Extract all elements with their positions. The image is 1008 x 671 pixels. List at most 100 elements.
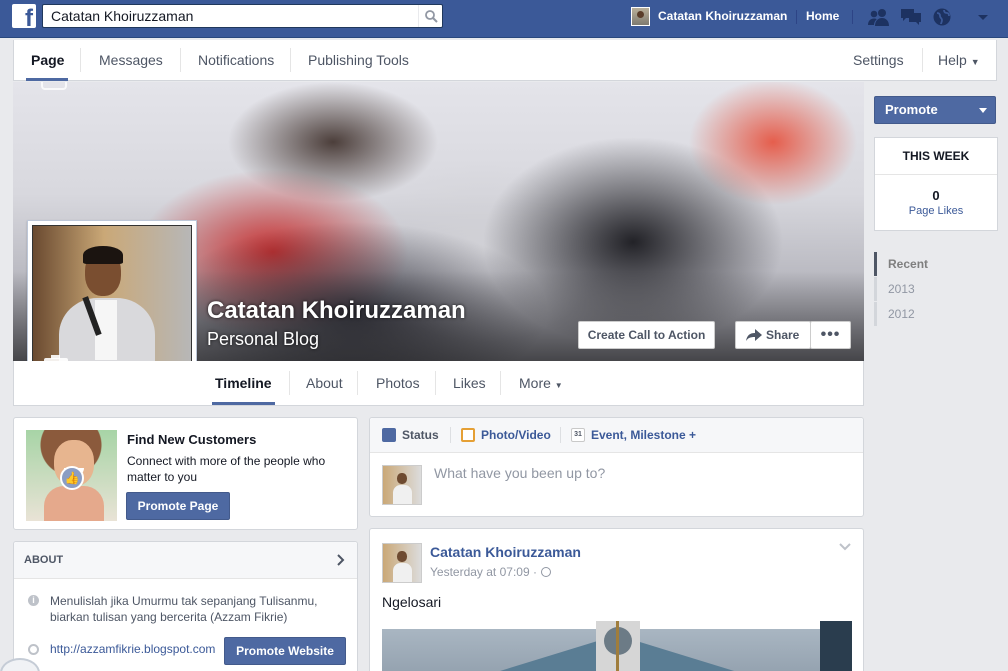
post-composer: Status Photo/Video 31 Event, Milestone +…	[369, 417, 864, 517]
share-arrow-icon	[746, 329, 762, 341]
timeline-post: Catatan Khoiruzzaman Yesterday at 07:09 …	[369, 528, 864, 671]
tab-photos[interactable]: Photos	[376, 361, 420, 405]
globe-icon	[28, 644, 39, 655]
tab-timeline[interactable]: Timeline	[215, 361, 272, 405]
divider	[357, 371, 358, 395]
user-avatar	[631, 6, 650, 26]
nav-notifications[interactable]: Notifications	[198, 40, 274, 80]
pencil-icon	[382, 428, 396, 442]
composer-tabs: Status Photo/Video 31 Event, Milestone +	[370, 418, 863, 453]
about-title: ABOUT	[24, 554, 64, 566]
divider	[180, 48, 181, 72]
nav-active-indicator	[26, 78, 68, 81]
composer-tab-photo-video[interactable]: Photo/Video	[461, 418, 551, 452]
tab-active-indicator	[212, 402, 275, 405]
globe-icon	[540, 567, 551, 577]
chevron-down-icon[interactable]	[839, 543, 851, 551]
nav-page[interactable]: Page	[31, 40, 64, 80]
calendar-icon: 31	[571, 428, 585, 442]
promote-page-button[interactable]: Promote Page	[126, 492, 230, 520]
chevron-down-icon: ▼	[554, 381, 563, 390]
friend-requests-icon[interactable]	[868, 7, 890, 27]
composer-avatar	[382, 465, 422, 505]
facebook-logo-icon[interactable]: f	[12, 4, 36, 31]
more-options-button[interactable]: •••	[810, 321, 851, 349]
page-category: Personal Blog	[207, 329, 320, 349]
divider	[435, 371, 436, 395]
info-icon: i	[28, 595, 39, 606]
divider	[852, 10, 853, 24]
timeline-tabs: Timeline About Photos Likes More ▼	[13, 361, 864, 406]
nav-help[interactable]: Help ▼	[938, 40, 980, 80]
composer-tab-event-label: Event, Milestone +	[591, 428, 697, 442]
divider	[289, 371, 290, 395]
find-customers-image: 👍	[26, 430, 117, 521]
composer-tab-event-milestone[interactable]: 31 Event, Milestone +	[571, 418, 696, 452]
thumbs-up-icon: 👍	[60, 466, 84, 490]
year-item-2012[interactable]: 2012	[874, 302, 998, 326]
tab-more-label: More	[519, 375, 551, 391]
page-title[interactable]: Catatan Khoiruzzaman	[207, 297, 466, 325]
home-link[interactable]: Home	[806, 9, 839, 23]
top-user-name: Catatan Khoiruzzaman	[658, 9, 788, 23]
post-text: Ngelosari	[382, 594, 442, 610]
page-nav-bar: Page Messages Notifications Publishing T…	[13, 40, 997, 81]
account-menu-icon[interactable]	[972, 7, 994, 27]
search-input[interactable]	[43, 5, 418, 27]
composer-tab-status[interactable]: Status	[382, 418, 439, 452]
find-customers-title: Find New Customers	[127, 432, 257, 447]
post-timestamp[interactable]: Yesterday at 07:09 ·	[430, 565, 551, 579]
post-author-avatar[interactable]	[382, 543, 422, 583]
divider	[796, 10, 797, 24]
nav-publishing-tools[interactable]: Publishing Tools	[308, 40, 409, 80]
divider	[290, 48, 291, 72]
divider	[500, 371, 501, 395]
composer-tab-status-label: Status	[402, 428, 439, 442]
page-likes-count: 0	[932, 188, 940, 203]
post-time-text: Yesterday at 07:09 ·	[430, 565, 537, 579]
promote-label: Promote	[885, 102, 938, 117]
year-item-recent[interactable]: Recent	[874, 252, 998, 276]
tab-likes[interactable]: Likes	[453, 361, 486, 405]
nav-settings[interactable]: Settings	[853, 40, 904, 80]
chevron-down-icon: ▼	[970, 57, 980, 67]
search-box	[42, 4, 443, 28]
page-likes-link[interactable]: Page Likes	[875, 205, 997, 217]
post-author-name[interactable]: Catatan Khoiruzzaman	[430, 544, 581, 560]
top-user-link[interactable]: Catatan Khoiruzzaman	[631, 6, 787, 26]
notifications-globe-icon[interactable]	[931, 7, 953, 27]
search-icon	[425, 10, 438, 23]
composer-input[interactable]: What have you been up to?	[434, 465, 605, 481]
find-customers-card: 👍 Find New Customers Connect with more o…	[13, 417, 358, 530]
composer-tab-photo-label: Photo/Video	[481, 428, 551, 442]
caret-down-icon	[979, 108, 987, 113]
divider	[450, 427, 451, 443]
promote-website-button[interactable]: Promote Website	[224, 637, 346, 665]
top-bar: f Catatan Khoiruzzaman Home	[0, 0, 1008, 38]
divider	[922, 48, 923, 72]
search-button[interactable]	[418, 5, 442, 27]
messages-icon[interactable]	[900, 7, 922, 27]
this-week-box: THIS WEEK 0 Page Likes	[874, 137, 998, 231]
tab-about[interactable]: About	[306, 361, 343, 405]
nav-help-label: Help	[938, 52, 967, 68]
promote-button[interactable]: Promote	[874, 96, 996, 124]
about-header[interactable]: ABOUT	[14, 542, 357, 579]
share-button[interactable]: Share	[735, 321, 811, 349]
website-link[interactable]: http://azzamfikrie.blogspot.com	[50, 642, 220, 656]
photo-icon	[461, 428, 475, 442]
year-item-2013[interactable]: 2013	[874, 277, 998, 301]
find-customers-description: Connect with more of the people who matt…	[127, 454, 326, 484]
create-call-to-action-button[interactable]: Create Call to Action	[578, 321, 715, 349]
post-photo[interactable]	[382, 621, 852, 671]
chevron-right-icon[interactable]	[337, 554, 345, 566]
share-label: Share	[766, 328, 800, 342]
this-week-title: THIS WEEK	[875, 138, 997, 175]
about-card: ABOUT i Menulislah jika Umurmu tak sepan…	[13, 541, 358, 671]
cover-camera-icon[interactable]	[41, 82, 67, 90]
divider	[80, 48, 81, 72]
nav-messages[interactable]: Messages	[99, 40, 163, 80]
tab-more[interactable]: More ▼	[519, 361, 563, 405]
about-description: Menulislah jika Umurmu tak sepanjang Tul…	[50, 594, 318, 624]
divider	[560, 427, 561, 443]
